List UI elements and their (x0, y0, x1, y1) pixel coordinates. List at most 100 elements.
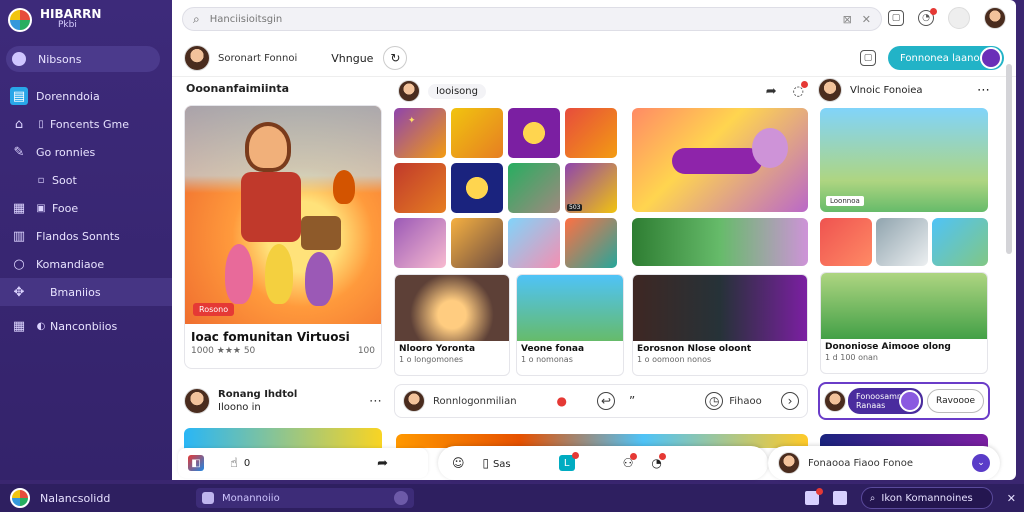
creator-avatar[interactable] (184, 388, 210, 414)
top-actions: ▢ ◔ (888, 7, 1006, 29)
feature-card[interactable]: Rosono Ioac fomunitan Virtuosi 1000 ★★★ … (184, 105, 382, 369)
sidebar-item-top[interactable]: Nibsons (6, 46, 160, 72)
user-avatar[interactable] (184, 45, 210, 71)
thumbnail[interactable] (565, 218, 617, 268)
sidebar-item-label: Dorenndoia (36, 89, 100, 103)
sidebar-item-6[interactable]: ○ Komandiaoe (0, 250, 172, 278)
calendar-icon[interactable]: L (558, 452, 579, 471)
chevron-right-icon[interactable]: › (781, 392, 799, 410)
book-icon: ▥ (12, 228, 26, 244)
layout-icon[interactable]: ▯ Sas (483, 456, 511, 470)
brand[interactable]: HIBARRN Pkbi (0, 0, 172, 40)
thumbnail[interactable] (394, 163, 446, 213)
comment-icon[interactable]: ◌ (793, 80, 809, 99)
settings-avatar[interactable] (948, 7, 970, 29)
comment-bar[interactable]: Ronnlogonmilian ● ↩ ” ◷ Fihaoo › (394, 384, 808, 418)
comment-pill[interactable]: Fihaoo (729, 396, 762, 407)
thumbnail[interactable] (508, 218, 560, 268)
notes-icon[interactable]: ▢ (888, 10, 904, 26)
search-input[interactable]: Hanciisioitsgin (210, 14, 833, 25)
app-icon[interactable]: ◧ (188, 455, 204, 471)
sidebar-item-4[interactable]: ▦ ▣ Fooe (0, 194, 172, 222)
scrollbar[interactable] (1006, 64, 1012, 254)
refresh-button[interactable]: ↻ (383, 46, 408, 70)
filter-icon[interactable]: ⊠ (843, 13, 852, 26)
like-icon[interactable]: ☝ (230, 456, 238, 471)
search-bar[interactable]: ⌕ Hanciisioitsgin ⊠ ✕ (182, 7, 882, 31)
thumbnail[interactable]: ✦ (394, 108, 446, 158)
sidebar-item-label: Go ronnies (36, 145, 96, 159)
video-card[interactable]: Veone fonaa 1 o nomonas (516, 274, 624, 376)
taskbar-input[interactable]: Monannoiio (196, 488, 414, 508)
subscribe-card[interactable]: Fonoosamn Ranaas Ravoooe (818, 382, 990, 420)
video-card[interactable]: Eorosnon Nlose oloont 1 o oomoon nonos (632, 274, 808, 376)
chevron-down-icon[interactable]: ⌄ (972, 454, 990, 472)
gift-icon[interactable] (804, 488, 823, 505)
channel-avatar[interactable] (824, 390, 846, 412)
pin-icon (12, 52, 26, 66)
thumbnail[interactable] (451, 163, 503, 213)
brand-subtitle: Pkbi (58, 20, 77, 30)
channel-avatar[interactable] (398, 80, 420, 102)
thumbnail[interactable] (451, 108, 503, 158)
video-card[interactable]: Nlooro Yoronta 1 o longomones (394, 274, 510, 376)
taskbar-title: Nalancsolidd (40, 491, 111, 505)
sidebar-item-label: Soot (52, 173, 77, 187)
sidebar-item-8[interactable]: ▦ ◐ Nanconbiios (0, 312, 172, 340)
sidebar: HIBARRN Pkbi Nibsons ▤ Dorenndoia ⌂ ▯ Fo… (0, 0, 172, 480)
share-icon[interactable]: ➦ (766, 84, 777, 99)
video-card[interactable]: Dononiose Aimooe olong 1 d 100 onan (820, 272, 988, 374)
app-logo-icon[interactable] (10, 488, 30, 508)
thumbnail[interactable] (508, 163, 560, 213)
thumbnail[interactable] (508, 108, 560, 158)
thumbnail[interactable] (820, 218, 872, 266)
clock-icon[interactable]: ◷ (705, 392, 724, 410)
quote-icon[interactable]: ” (629, 394, 635, 408)
commenter-avatar[interactable] (403, 390, 425, 412)
close-icon[interactable]: ✕ (862, 13, 871, 26)
like-count: 0 (243, 457, 251, 469)
featured-thumbnail[interactable] (632, 108, 808, 212)
people-icon[interactable]: ⚇ (623, 453, 638, 470)
thumbnail[interactable] (932, 218, 988, 266)
thumbnail[interactable] (451, 218, 503, 268)
sidebar-item-3[interactable]: ▭ ▫ Soot (0, 166, 172, 194)
more-icon[interactable]: ⋯ (369, 394, 382, 409)
taskbar-search[interactable]: ⌕ Ikon Komannoines (860, 487, 993, 509)
thumbnail[interactable]: 503 (565, 163, 617, 213)
sidebar-item-0[interactable]: ▤ Dorenndoia (0, 82, 172, 110)
creator-row[interactable]: Ronang Ihdtol Iloono in ⋯ (184, 384, 382, 418)
view-label[interactable]: Vhngue (331, 52, 373, 65)
section-title: Ooonanfaimiinta (186, 82, 290, 95)
bell-icon[interactable]: ◔ (651, 453, 667, 470)
action-pill[interactable]: Ravoooe (927, 389, 984, 413)
comment-text: Ronnlogonmilian (433, 395, 517, 407)
thumbnail[interactable] (394, 218, 446, 268)
user-avatar[interactable] (778, 452, 800, 474)
character-shape (245, 122, 291, 172)
copy-icon[interactable]: ▢ (860, 50, 876, 66)
close-icon[interactable]: ✕ (1007, 492, 1016, 505)
user-avatar[interactable] (984, 7, 1006, 29)
thumbnail[interactable] (565, 108, 617, 158)
sidebar-item-1[interactable]: ⌂ ▯ Foncents Gme (0, 110, 172, 138)
share-icon[interactable]: ➦ (377, 456, 388, 471)
channel-avatar[interactable] (818, 78, 842, 102)
sidebar-item-7[interactable]: ✥ Bmaniios (0, 278, 172, 306)
sidebar-item-5[interactable]: ▥ Flandos Sonnts (0, 222, 172, 250)
reply-icon[interactable]: ↩ (597, 392, 616, 410)
featured-thumbnail[interactable] (632, 218, 808, 266)
video-title: Dononiose Aimooe olong (825, 342, 951, 352)
thumbnail[interactable] (876, 218, 928, 266)
featured-thumbnail[interactable]: Loonnoa (820, 108, 988, 212)
emoji-icon[interactable]: ☺ (452, 456, 465, 470)
primary-button[interactable]: Fonnonea laanos (888, 46, 1004, 70)
sidebar-item-2[interactable]: ✎ Go ronnies (0, 138, 172, 166)
more-icon[interactable]: ⋯ (977, 83, 990, 98)
send-icon[interactable] (394, 491, 408, 505)
window-icon[interactable] (832, 491, 847, 505)
subscribe-button[interactable]: Fonoosamn Ranaas (848, 388, 924, 414)
notification-icon[interactable]: ◔ (918, 8, 937, 26)
reaction-icon[interactable]: ● (557, 394, 567, 408)
channel-pill[interactable]: Iooisong (428, 83, 486, 99)
